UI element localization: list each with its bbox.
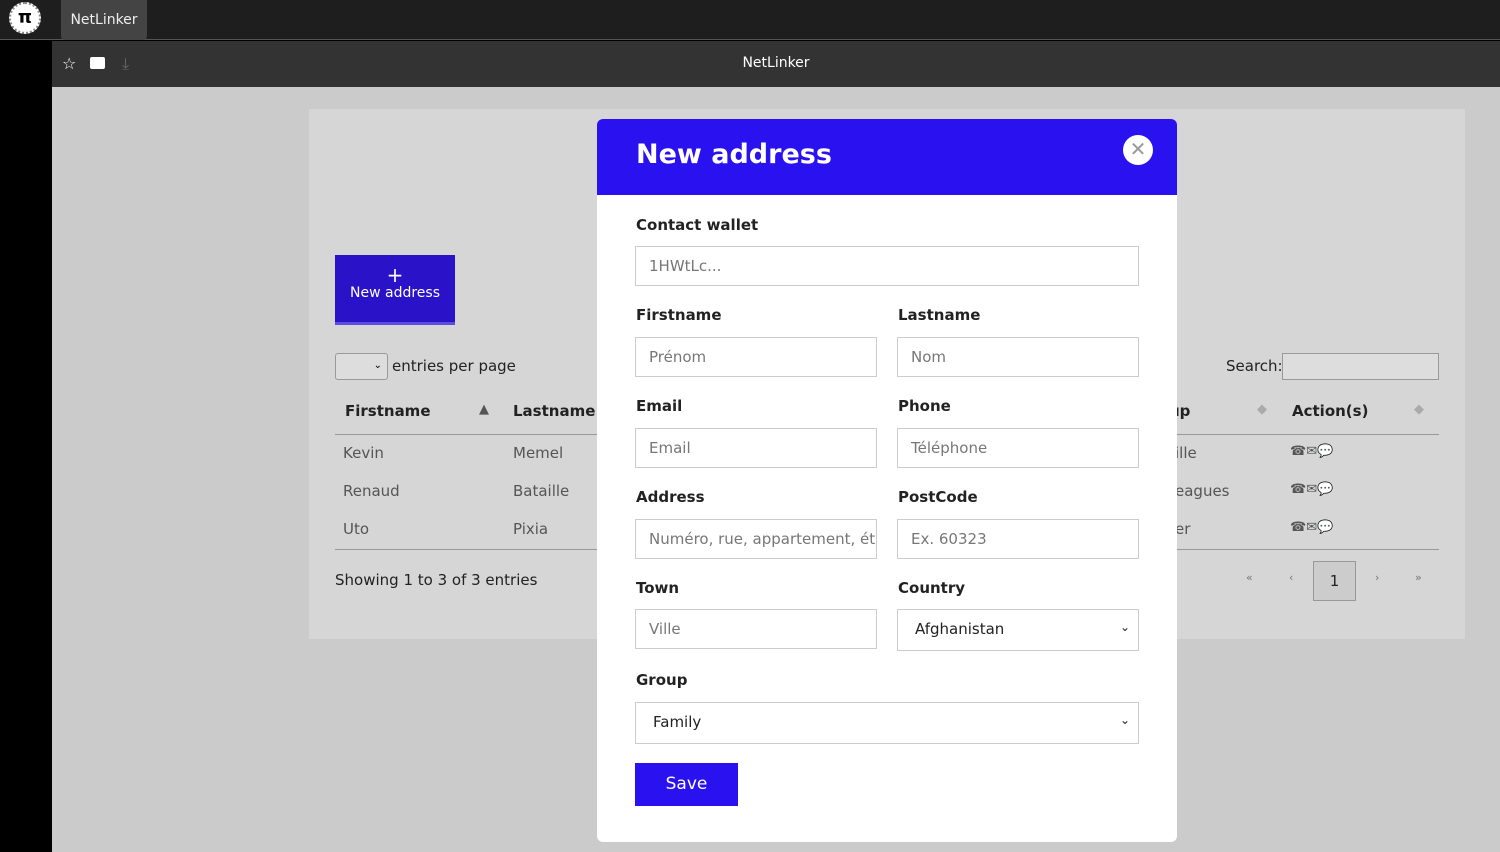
wallet-label: Contact wallet [636, 216, 759, 234]
actions-icons[interactable]: ☎✉💬 [1290, 520, 1333, 535]
new-address-label: New address [350, 285, 440, 301]
page-current[interactable]: 1 [1313, 561, 1356, 601]
email-field[interactable]: Email [635, 428, 877, 468]
browser-topbar: π NetLinker [0, 0, 1500, 40]
cell: er [1175, 520, 1191, 538]
cell: ille [1175, 444, 1197, 462]
page-last[interactable]: » [1415, 571, 1422, 584]
cell: Pixia [513, 520, 549, 538]
country-value: Afghanistan [915, 620, 1005, 638]
country-label: Country [898, 579, 966, 597]
sort-icon[interactable]: ▲ [479, 402, 489, 417]
cell: Uto [343, 520, 370, 538]
firstname-label: Firstname [636, 306, 722, 324]
lastname-label: Lastname [898, 306, 981, 324]
close-icon[interactable]: ✕ [1123, 135, 1153, 165]
col-actions[interactable]: Action(s) [1292, 402, 1368, 420]
search-label: Search: [1226, 357, 1283, 375]
postcode-label: PostCode [898, 488, 978, 506]
window-title: NetLinker [742, 55, 810, 71]
group-select[interactable]: Family ⌄ [635, 702, 1139, 744]
phone-label: Phone [898, 397, 951, 415]
new-address-button[interactable]: + New address [335, 255, 455, 325]
cell: Bataille [513, 482, 570, 500]
cell: eagues [1175, 482, 1230, 500]
entries-select[interactable]: ⌄ [335, 353, 388, 380]
chevron-down-icon: ⌄ [1119, 620, 1130, 634]
town-label: Town [636, 579, 680, 597]
page-next[interactable]: › [1375, 571, 1379, 584]
col-lastname[interactable]: Lastname [513, 402, 595, 420]
sort-icon[interactable]: ◆ [1257, 402, 1267, 417]
col-firstname[interactable]: Firstname [345, 402, 431, 420]
wallet-field[interactable]: 1HWtLc... [635, 246, 1139, 286]
plus-icon: + [386, 263, 404, 287]
modal-title: New address [597, 119, 1177, 195]
table-info: Showing 1 to 3 of 3 entries [335, 571, 538, 589]
page-prev[interactable]: ‹ [1289, 571, 1293, 584]
firstname-field[interactable]: Prénom [635, 337, 877, 377]
cell: Memel [513, 444, 564, 462]
group-value: Family [653, 713, 702, 731]
postcode-field[interactable]: Ex. 60323 [897, 519, 1139, 559]
address-field[interactable]: Numéro, rue, appartement, étage [635, 519, 877, 559]
lastname-field[interactable]: Nom [897, 337, 1139, 377]
search-input[interactable] [1282, 353, 1439, 380]
cell: Renaud [343, 482, 400, 500]
address-label: Address [636, 488, 705, 506]
town-field[interactable]: Ville [635, 609, 877, 649]
app-logo: π [9, 2, 41, 34]
chevron-down-icon: ⌄ [1119, 713, 1130, 727]
actions-icons[interactable]: ☎✉💬 [1290, 482, 1333, 497]
sort-icon[interactable]: ◆ [1414, 402, 1424, 417]
page-first[interactable]: « [1246, 571, 1253, 584]
cell: Kevin [343, 444, 384, 462]
save-button[interactable]: Save [635, 763, 738, 806]
group-label: Group [636, 671, 688, 689]
entries-label: entries per page [392, 357, 516, 375]
actions-icons[interactable]: ☎✉💬 [1290, 444, 1333, 459]
new-address-modal: New address ✕ Contact wallet 1HWtLc... F… [597, 119, 1177, 842]
email-label: Email [636, 397, 683, 415]
phone-field[interactable]: Téléphone [897, 428, 1139, 468]
browser-tab[interactable]: NetLinker [61, 0, 147, 40]
country-select[interactable]: Afghanistan ⌄ [897, 609, 1139, 651]
toolbar: ☆ ⤓ NetLinker [52, 41, 1500, 87]
